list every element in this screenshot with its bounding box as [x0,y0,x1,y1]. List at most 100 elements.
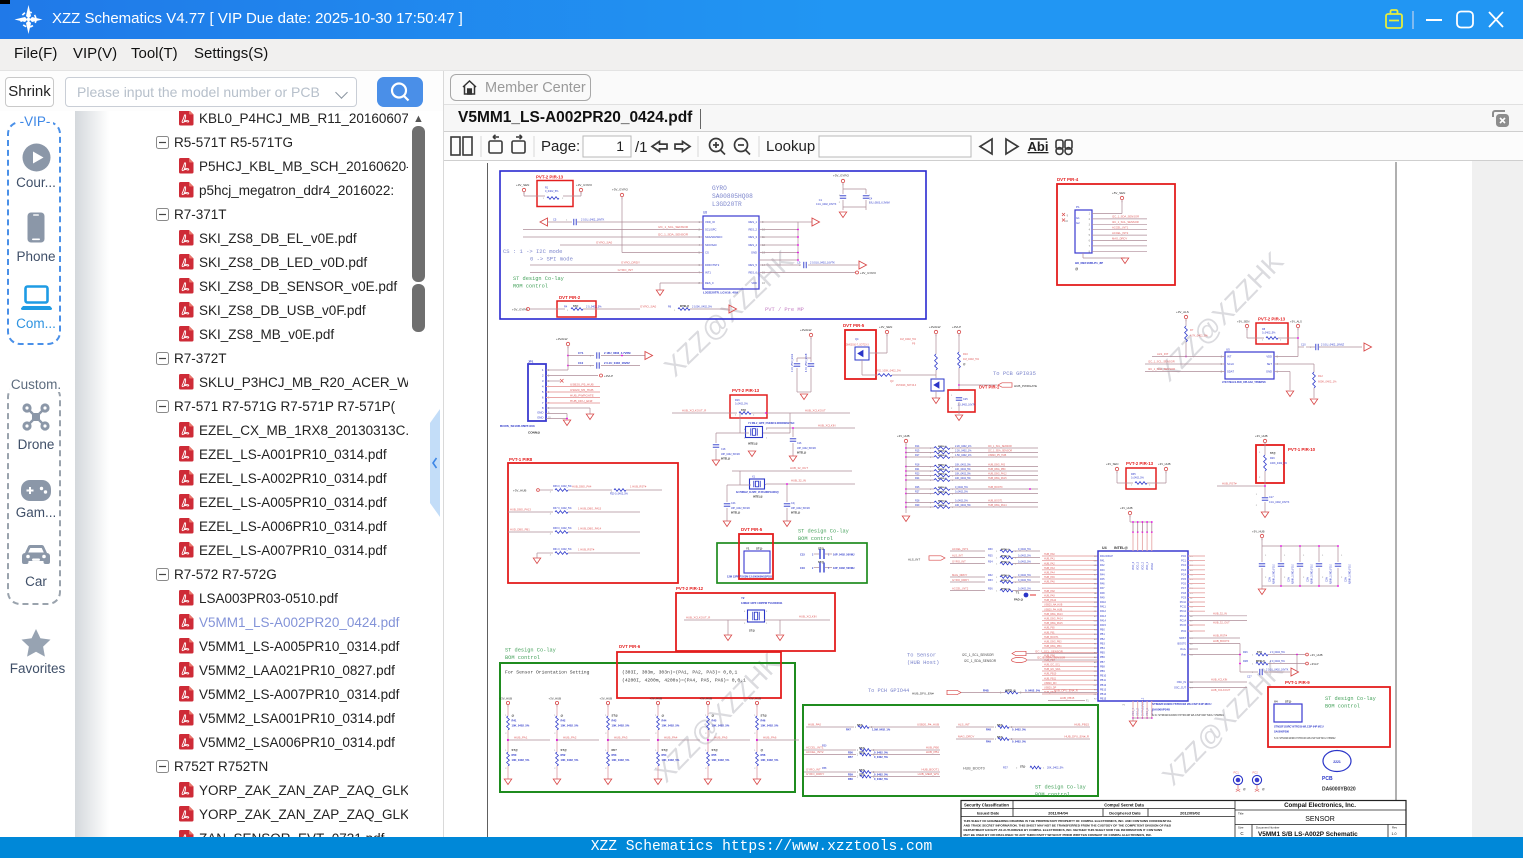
svg-text:(303I, 303m, 303n)=(PA1, PA2,: (303I, 303m, 303n)=(PA1, PA2, PA3)= 0,0,… [622,670,738,676]
svg-text:5: 5 [542,390,544,394]
svg-text:10K_0402_5%: 10K_0402_5% [712,724,730,728]
svg-text:C25: C25 [963,398,968,401]
svg-text:+3VLP: +3VLP [1310,662,1319,666]
svg-text:INTEL@: INTEL@ [938,469,946,471]
svg-text:BOOT0: BOOT0 [1178,643,1187,646]
svg-text:DM03010-7_SOT23-3: DM03010-7_SOT23-3 [846,345,869,347]
svg-text:6: 6 [542,396,544,400]
svg-text:ALS_INT: ALS_INT [958,723,970,727]
svg-text:0.1U_0402_16VTK: 0.1U_0402_16VTK [1269,501,1290,504]
svg-text:+3V_GYRO: +3V_GYRO [576,183,593,187]
svg-text:For Sensor Orientation Setting: For Sensor Orientation Setting [505,670,590,676]
svg-text:A5: A5 [1094,661,1097,664]
svg-text:2: 2 [1341,577,1343,579]
svg-text:2: 2 [1089,218,1091,221]
svg-text:Security Classification: Security Classification [964,802,1009,807]
svg-text:18P_0402_50VMJ: 18P_0402_50VMJ [797,448,816,450]
svg-text:USB20_P#_HUB: USB20_P#_HUB [1044,608,1063,611]
svg-text:PVT-2 PIR-12: PVT-2 PIR-12 [676,586,704,591]
svg-text:ST@: ST@ [749,629,755,633]
svg-text:HUB_P80: HUB_P80 [1044,627,1055,630]
svg-text:0_0402_5%: 0_0402_5% [874,751,889,755]
svg-text:2: 2 [744,623,746,625]
svg-text:1: 1 [996,551,998,553]
svg-text:PB11: PB11 [1100,679,1107,682]
svg-text:USB20_P5_HUB: USB20_P5_HUB [570,383,594,387]
svg-text:HUB_DFU_EN#_R: HUB_DFU_EN#_R [1054,688,1078,692]
svg-text:NJNK_10NO_F010: NJNK_10NO_F010 [1312,563,1314,584]
svg-text:P9: P9 [912,342,916,346]
svg-text:PC13: PC13 [1180,615,1187,618]
svg-text:XZZ@XZZHK: XZZ@XZZHK [649,647,787,788]
svg-text:HUB_BOOT1: HUB_BOOT1 [1044,636,1059,639]
svg-text:7: 7 [542,401,544,405]
svg-text:To PCB GPI035: To PCB GPI035 [993,370,1036,377]
svg-text:INTEL@: INTEL@ [1001,562,1009,564]
svg-text:1: 1 [705,750,707,752]
svg-text:@: @ [1075,267,1078,271]
svg-text:GND: GND [537,416,543,420]
svg-text:HUB_PB0: HUB_PB0 [926,746,940,750]
svg-text:2: 2 [705,768,707,770]
svg-text:10K_0402_5%: 10K_0402_5% [512,758,530,762]
svg-text:0_0402_5%: 0_0402_5% [1262,332,1276,335]
svg-text:6: 6 [1089,240,1091,243]
svg-text:2 18U_0603_4.7V6M: 2 18U_0603_4.7V6M [604,351,631,355]
svg-text:GYRO_SA0: GYRO_SA0 [596,241,613,245]
svg-text:JP1: JP1 [528,360,534,364]
svg-text:G1: G1 [1076,216,1080,220]
svg-text:DVT PIR-6: DVT PIR-6 [619,644,641,649]
svg-text:1: 1 [543,198,545,200]
svg-text:R7: R7 [1190,328,1194,332]
svg-text:INTEL@: INTEL@ [938,478,946,480]
svg-text:INTEL@: INTEL@ [938,505,946,507]
svg-text:Compal Electronics, Inc.: Compal Electronics, Inc. [1284,802,1356,809]
svg-text:2: 2 [554,733,556,735]
svg-text:SDA/SDI/SDO: SDA/SDI/SDO [705,235,722,239]
svg-text:HUB_DBG_PA13: HUB_DBG_PA13 [1044,613,1063,616]
svg-text:R29: R29 [1270,457,1275,460]
svg-text:SCL/SPC: SCL/SPC [705,228,717,232]
svg-text:HUB_PA10: HUB_PA10 [1044,599,1057,602]
svg-text:1 HUB_DBG_PA15: 1 HUB_DBG_PA15 [578,507,602,511]
svg-text:10K_0402_5%: 10K_0402_5% [561,758,579,762]
svg-text:16P_0402_50VMJ: 16P_0402_50VMJ [833,553,855,557]
svg-text:@: @ [963,362,966,366]
svg-text:(4200I, 4200m, 4200s)=(PA4, PA: (4200I, 4200m, 4200s)=(PA4, PA5, PA6)= 0… [622,678,746,684]
svg-text:ACCEL_INT2: ACCEL_INT2 [1112,231,1129,235]
svg-text:2: 2 [550,555,552,557]
svg-text:INTEL@: INTEL@ [938,487,946,489]
svg-text:A3: A3 [1190,624,1193,627]
svg-text:I2C_1_SDA_SENSOR: I2C_1_SDA_SENSOR [1112,215,1139,219]
svg-text:HUB_PA5: HUB_PA5 [1044,576,1055,579]
svg-text:F2: F2 [1094,699,1097,701]
svg-text:1: 1 [1284,555,1286,557]
svg-text:R37: R37 [1003,766,1008,770]
svg-text:INT1: INT1 [705,271,711,275]
svg-text:INTEL@: INTEL@ [938,501,946,503]
svg-text:R52: R52 [561,753,566,757]
svg-text:HUB_PB10: HUB_PB10 [1044,673,1057,676]
svg-text:R38 0_0402_5%: R38 0_0402_5% [553,527,572,530]
svg-text:PVT-2 PIR-13: PVT-2 PIR-13 [1258,317,1286,322]
svg-text:INTEL@: INTEL@ [938,492,946,494]
svg-text:LTR-579ALS-PAD_OPLGA6_YP882P26: LTR-579ALS-PAD_OPLGA6_YP882P26 [1222,381,1266,384]
svg-text:1: 1 [735,415,737,417]
svg-text:2: 2 [605,768,607,770]
svg-text:HUB_PA3: HUB_PA3 [1044,567,1055,570]
svg-text:1: 1 [857,754,859,756]
svg-text:1 HUB_RST#: 1 HUB_RST# [630,485,647,489]
svg-text:HUB_PB15: HUB_PB15 [1060,696,1075,700]
svg-text:HUB_PA3: HUB_PA3 [614,735,628,739]
svg-text:1: 1 [951,395,953,397]
svg-text:C17: C17 [1269,496,1274,499]
svg-text:ALS_INT: ALS_INT [1157,352,1169,356]
svg-text:PC12: PC12 [1180,610,1187,613]
svg-text:PVT / Pre MP: PVT / Pre MP [765,307,804,313]
svg-text:0_0402_5%: 0_0402_5% [874,773,889,777]
svg-text:DEPARTMENT EXCEPT AS AUTHORIZE: DEPARTMENT EXCEPT AS AUTHORIZED BY COMPA… [964,828,1163,832]
svg-text:@: @ [1243,787,1246,791]
svg-text:PA9: PA9 [1100,596,1105,599]
svg-text:4: 4 [1277,363,1279,366]
svg-text:2: 2 [605,733,607,735]
